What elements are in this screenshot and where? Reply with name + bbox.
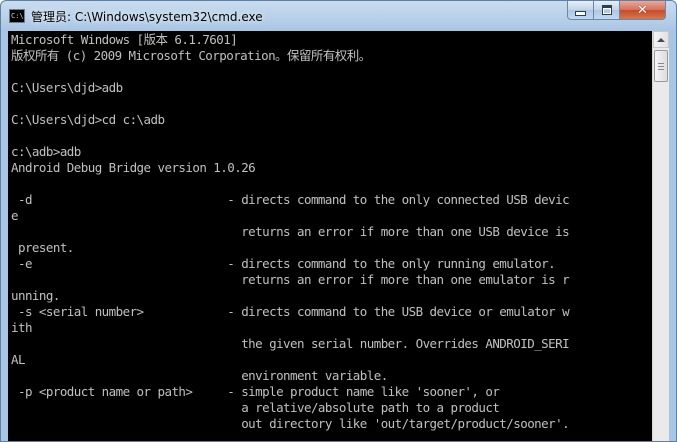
console-line: a relative/absolute path to a product <box>11 400 500 415</box>
console-line: -d - directs command to the only connect… <box>11 192 570 207</box>
scroll-up-arrow-icon <box>657 37 665 42</box>
console-line: ith <box>11 320 32 335</box>
console-line: returns an error if more than one USB de… <box>11 224 570 239</box>
scroll-up-button[interactable] <box>653 31 669 48</box>
console-line: environment variable. <box>11 368 388 383</box>
grip-line <box>658 62 664 64</box>
maximize-icon <box>601 5 612 15</box>
window-frame-right <box>669 31 676 441</box>
grip-line <box>658 68 664 70</box>
console-line: e <box>11 208 19 223</box>
cmd-icon[interactable]: C:\ <box>9 9 25 23</box>
close-button[interactable]: ✕ <box>620 1 666 20</box>
console-line: -e - directs command to the only running… <box>11 256 556 271</box>
console-line: returns an error if more than one emulat… <box>11 272 570 287</box>
cmd-window: C:\ 管理员: C:\Windows\system32\cmd.exe ✕ M… <box>0 0 677 442</box>
maximize-button[interactable] <box>594 1 620 20</box>
scroll-thumb[interactable] <box>654 50 668 82</box>
console-lines: Microsoft Windows [版本 6.1.7601] 版权所有 (c) … <box>11 32 570 432</box>
console-line: Android Debug Bridge version 1.0.26 <box>11 160 256 175</box>
console-line: the given serial number. Overrides ANDRO… <box>11 336 570 351</box>
console-line: present. <box>11 240 74 255</box>
console-line: -s <serial number> - directs command to … <box>11 304 570 319</box>
title-bar[interactable]: C:\ 管理员: C:\Windows\system32\cmd.exe ✕ <box>1 1 676 31</box>
console-line: AL <box>11 352 26 367</box>
close-icon: ✕ <box>637 2 648 18</box>
minimize-icon <box>575 11 586 16</box>
window-title: 管理员: C:\Windows\system32\cmd.exe <box>31 10 263 24</box>
console-line: out directory like 'out/target/product/s… <box>11 416 570 431</box>
grip-line <box>658 65 664 67</box>
vertical-scrollbar[interactable] <box>652 31 669 441</box>
console-line: C:\Users\djd>cd c:\adb <box>11 112 165 127</box>
minimize-button[interactable] <box>567 1 594 20</box>
console-line: c:\adb>adb <box>11 144 81 159</box>
console-output[interactable]: Microsoft Windows [版本 6.1.7601] 版权所有 (c) … <box>8 31 652 441</box>
console-line: Microsoft Windows [版本 6.1.7601] <box>11 32 238 47</box>
console-line: -p <product name or path> - simple produ… <box>11 384 500 399</box>
console-line: unning. <box>11 288 60 303</box>
console-line: 版权所有 (c) 2009 Microsoft Corporation。保留所有… <box>11 48 371 63</box>
console-line: C:\Users\djd>adb <box>11 80 123 95</box>
